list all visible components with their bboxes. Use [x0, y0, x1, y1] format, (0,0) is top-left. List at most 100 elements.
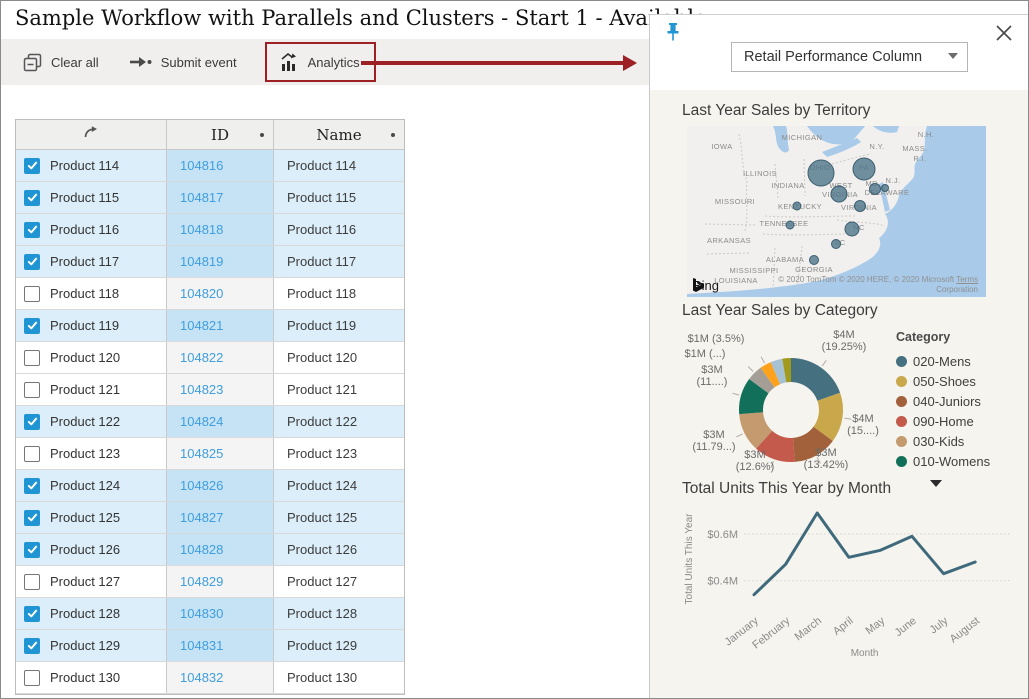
table-row[interactable]: Product 129104831Product 129 — [16, 630, 404, 662]
select-cell[interactable]: Product 117 — [16, 246, 166, 277]
row-checkbox[interactable] — [24, 222, 40, 238]
table-row[interactable]: Product 124104826Product 124 — [16, 470, 404, 502]
select-cell[interactable]: Product 127 — [16, 566, 166, 597]
legend-item[interactable]: 090-Home — [896, 411, 1028, 431]
select-cell[interactable]: Product 120 — [16, 342, 166, 373]
select-cell[interactable]: Product 123 — [16, 438, 166, 469]
select-cell[interactable]: Product 126 — [16, 534, 166, 565]
table-row[interactable]: Product 125104827Product 125 — [16, 502, 404, 534]
select-cell[interactable]: Product 118 — [16, 278, 166, 309]
report-selector-dropdown[interactable]: Retail Performance Column — [731, 42, 968, 72]
name-cell[interactable]: Product 121 — [274, 374, 404, 405]
id-cell[interactable]: 104832 — [166, 662, 274, 693]
table-row[interactable]: Product 123104825Product 123 — [16, 438, 404, 470]
table-row[interactable]: Product 127104829Product 127 — [16, 566, 404, 598]
terms-link[interactable]: Terms — [956, 275, 978, 284]
row-checkbox[interactable] — [24, 254, 40, 270]
legend-item[interactable]: 040-Juniors — [896, 391, 1028, 411]
clear-all-button[interactable]: Clear all — [21, 49, 101, 76]
table-row[interactable]: Product 126104828Product 126 — [16, 534, 404, 566]
select-cell[interactable]: Product 124 — [16, 470, 166, 501]
territory-bubble[interactable] — [831, 186, 847, 202]
pin-icon[interactable] — [664, 22, 682, 46]
territory-bubble[interactable] — [832, 240, 841, 249]
legend-expand-icon[interactable] — [930, 480, 942, 487]
row-checkbox[interactable] — [24, 318, 40, 334]
id-cell[interactable]: 104825 — [166, 438, 274, 469]
row-checkbox[interactable] — [24, 158, 40, 174]
table-row[interactable]: Product 130104832Product 130 — [16, 662, 404, 694]
id-cell[interactable]: 104818 — [166, 214, 274, 245]
select-cell[interactable]: Product 130 — [16, 662, 166, 693]
select-cell[interactable]: Product 129 — [16, 630, 166, 661]
submit-event-button[interactable]: Submit event — [127, 51, 239, 74]
row-checkbox[interactable] — [24, 510, 40, 526]
select-cell[interactable]: Product 125 — [16, 502, 166, 533]
table-row[interactable]: Product 121104823Product 121 — [16, 374, 404, 406]
id-cell[interactable]: 104831 — [166, 630, 274, 661]
row-checkbox[interactable] — [24, 350, 40, 366]
name-cell[interactable]: Product 117 — [274, 246, 404, 277]
select-column-header[interactable] — [16, 120, 166, 149]
table-row[interactable]: Product 115104817Product 115 — [16, 182, 404, 214]
territory-bubble[interactable] — [882, 185, 889, 192]
territory-map[interactable]: IOWAMICHIGANN.Y.N.H.MASS.R.I.ILLINOISOHI… — [687, 126, 986, 297]
name-cell[interactable]: Product 130 — [274, 662, 404, 693]
name-cell[interactable]: Product 120 — [274, 342, 404, 373]
row-checkbox[interactable] — [24, 478, 40, 494]
select-cell[interactable]: Product 116 — [16, 214, 166, 245]
id-column-header[interactable]: ID — [166, 120, 274, 149]
name-cell[interactable]: Product 114 — [274, 150, 404, 181]
id-cell[interactable]: 104829 — [166, 566, 274, 597]
id-cell[interactable]: 104816 — [166, 150, 274, 181]
row-checkbox[interactable] — [24, 190, 40, 206]
id-cell[interactable]: 104828 — [166, 534, 274, 565]
table-row[interactable]: Product 118104820Product 118 — [16, 278, 404, 310]
territory-bubble[interactable] — [793, 202, 801, 210]
legend-item[interactable]: 010-Womens — [896, 451, 1028, 471]
id-cell[interactable]: 104827 — [166, 502, 274, 533]
name-cell[interactable]: Product 116 — [274, 214, 404, 245]
row-checkbox[interactable] — [24, 670, 40, 686]
table-row[interactable]: Product 116104818Product 116 — [16, 214, 404, 246]
row-checkbox[interactable] — [24, 638, 40, 654]
name-cell[interactable]: Product 118 — [274, 278, 404, 309]
id-cell[interactable]: 104830 — [166, 598, 274, 629]
id-cell[interactable]: 104820 — [166, 278, 274, 309]
table-row[interactable]: Product 120104822Product 120 — [16, 342, 404, 374]
table-row[interactable]: Product 119104821Product 119 — [16, 310, 404, 342]
id-cell[interactable]: 104826 — [166, 470, 274, 501]
id-cell[interactable]: 104821 — [166, 310, 274, 341]
select-cell[interactable]: Product 114 — [16, 150, 166, 181]
row-checkbox[interactable] — [24, 542, 40, 558]
name-cell[interactable]: Product 115 — [274, 182, 404, 213]
id-cell[interactable]: 104824 — [166, 406, 274, 437]
legend-item[interactable]: 030-Kids — [896, 431, 1028, 451]
row-checkbox[interactable] — [24, 574, 40, 590]
select-cell[interactable]: Product 128 — [16, 598, 166, 629]
territory-bubble[interactable] — [810, 256, 819, 265]
name-cell[interactable]: Product 129 — [274, 630, 404, 661]
name-cell[interactable]: Product 127 — [274, 566, 404, 597]
territory-bubble[interactable] — [870, 184, 881, 195]
close-icon[interactable] — [994, 23, 1014, 43]
territory-bubble[interactable] — [853, 158, 875, 180]
table-row[interactable]: Product 122104824Product 122 — [16, 406, 404, 438]
id-cell[interactable]: 104822 — [166, 342, 274, 373]
legend-item[interactable]: 050-Shoes — [896, 371, 1028, 391]
territory-bubble[interactable] — [808, 160, 834, 186]
analytics-button[interactable]: Analytics — [277, 48, 362, 76]
name-column-header[interactable]: Name — [274, 120, 404, 149]
row-checkbox[interactable] — [24, 286, 40, 302]
row-checkbox[interactable] — [24, 446, 40, 462]
name-cell[interactable]: Product 123 — [274, 438, 404, 469]
select-cell[interactable]: Product 119 — [16, 310, 166, 341]
name-cell[interactable]: Product 125 — [274, 502, 404, 533]
row-checkbox[interactable] — [24, 606, 40, 622]
line-series[interactable] — [754, 513, 975, 595]
name-cell[interactable]: Product 128 — [274, 598, 404, 629]
select-cell[interactable]: Product 122 — [16, 406, 166, 437]
donut-segment[interactable] — [791, 358, 840, 401]
table-row[interactable]: Product 114104816Product 114 — [16, 150, 404, 182]
row-checkbox[interactable] — [24, 382, 40, 398]
